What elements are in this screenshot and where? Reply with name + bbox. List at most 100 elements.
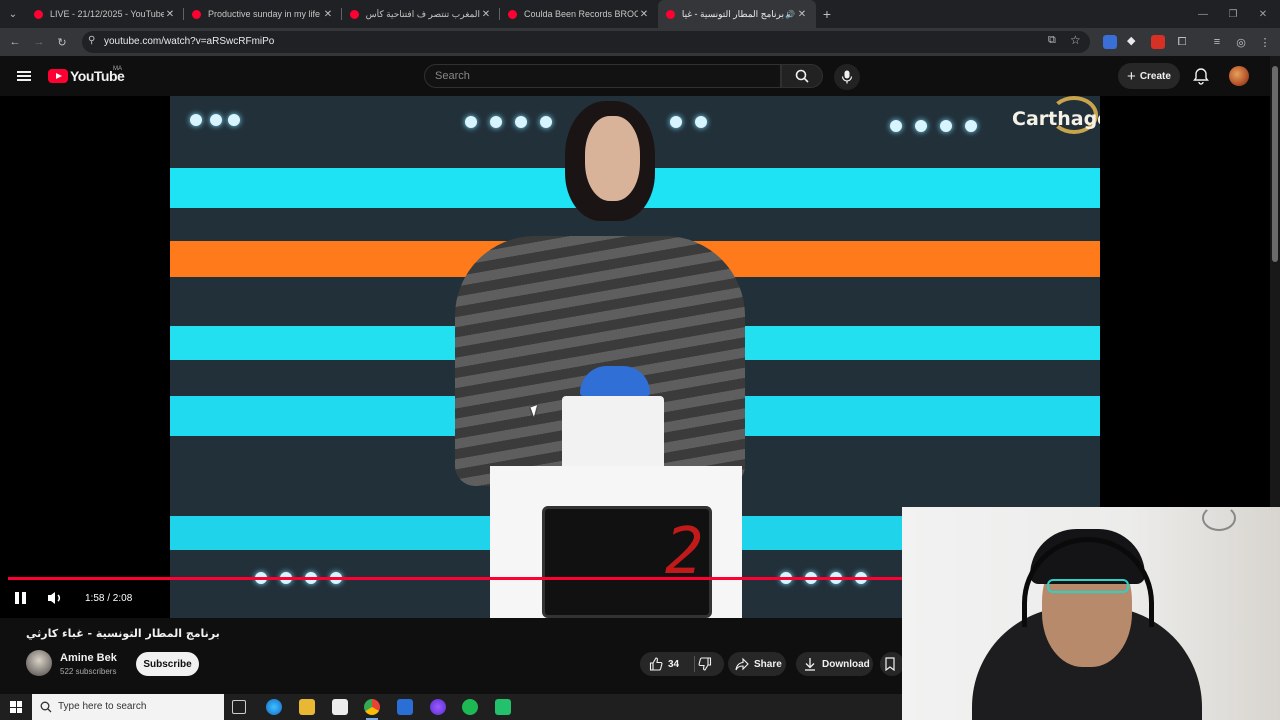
microsoft-store-icon[interactable] (332, 699, 348, 715)
wall-ring-light (1202, 507, 1236, 531)
bookmark-star-icon[interactable]: ☆ (1070, 33, 1081, 47)
broadcaster-watermark: Carthage (1012, 108, 1100, 130)
browser-tab[interactable]: LIVE - 21/12/2025 - YouTube ✕ (26, 0, 184, 28)
save-button[interactable] (880, 652, 904, 676)
youtube-logo-icon[interactable] (48, 69, 68, 83)
youtube-header: YouTube MA Search + Create (0, 56, 1280, 96)
outlook-icon[interactable] (397, 699, 413, 715)
address-bar[interactable]: ⚲ youtube.com/watch?v=aRSwcRFmiPo ⧉ ☆ (82, 31, 1090, 53)
subscribe-button[interactable]: Subscribe (136, 652, 199, 676)
restore-icon[interactable]: ❐ (1218, 0, 1248, 28)
streamer-glasses (1047, 579, 1129, 593)
new-tab-button[interactable]: + (816, 0, 838, 28)
edge-browser-icon[interactable] (266, 699, 282, 715)
share-button[interactable]: Share (728, 652, 786, 676)
browser-tab-strip: ⌄ LIVE - 21/12/2025 - YouTube ✕ Producti… (0, 0, 1280, 28)
close-tab-icon[interactable]: ✕ (164, 9, 176, 20)
like-count[interactable]: 34 (668, 659, 679, 670)
podium-scoreboard: 2 (542, 506, 712, 618)
extensions-puzzle-icon[interactable]: ⧠ (1174, 34, 1190, 50)
create-label: Create (1139, 70, 1171, 82)
chrome-browser-icon[interactable] (364, 699, 380, 720)
taskbar-search-placeholder: Type here to search (58, 701, 147, 712)
messenger-app-icon[interactable] (430, 699, 446, 715)
close-tab-icon[interactable]: ✕ (322, 9, 334, 20)
buzzer-stand (562, 396, 664, 471)
tab-title: Coulda Been Records BROOKLY (524, 9, 638, 19)
download-label: Download (822, 658, 870, 670)
close-window-icon[interactable]: ✕ (1248, 0, 1278, 28)
install-app-icon[interactable]: ⧉ (1048, 34, 1056, 47)
video-timecode: 1:58 / 2:08 (85, 593, 133, 604)
youtube-favicon-icon (34, 9, 43, 19)
volume-icon[interactable] (46, 590, 66, 606)
search-input[interactable]: Search (424, 64, 781, 88)
taskbar-search-input[interactable]: Type here to search (32, 694, 224, 720)
search-icon (795, 69, 809, 83)
search-icon (40, 701, 52, 713)
webcam-overlay (902, 507, 1280, 720)
hamburger-menu-icon[interactable] (17, 71, 31, 81)
green-app-icon[interactable] (495, 699, 511, 715)
contestant-face (585, 116, 640, 201)
site-info-icon[interactable]: ⚲ (88, 35, 95, 46)
microphone-icon (841, 70, 853, 84)
close-tab-icon[interactable]: ✕ (796, 9, 808, 20)
windows-taskbar: Type here to search (0, 694, 902, 720)
close-tab-icon[interactable]: ✕ (638, 9, 650, 20)
create-button[interactable]: + Create (1118, 63, 1180, 89)
tab-title: المغرب تنتصر ف افتتاحية كأس الأ (366, 8, 480, 19)
browser-tab[interactable]: Coulda Been Records BROOKLY ✕ (500, 0, 658, 28)
minimize-icon[interactable]: — (1188, 0, 1218, 28)
download-icon (805, 658, 815, 671)
thumbs-up-icon[interactable] (649, 657, 663, 671)
video-progress-bar[interactable] (8, 577, 902, 580)
windows-start-icon[interactable] (10, 701, 22, 713)
channel-avatar[interactable] (26, 650, 52, 676)
share-arrow-icon (735, 657, 749, 671)
video-title: برنامج المطار التونسية - غباء كارثي (26, 627, 220, 640)
download-button[interactable]: Download (796, 652, 873, 676)
youtube-favicon-icon (508, 9, 517, 19)
voice-search-button[interactable] (834, 64, 860, 90)
close-tab-icon[interactable]: ✕ (480, 9, 492, 20)
youtube-favicon-icon (192, 9, 201, 19)
reload-icon[interactable]: ↻ (54, 34, 70, 50)
bookmark-icon (884, 657, 895, 671)
like-dislike-group: 34 (640, 652, 724, 676)
browser-menu-icon[interactable]: ⋮ (1257, 34, 1273, 50)
scrollbar-thumb[interactable] (1272, 66, 1278, 262)
spotify-icon[interactable] (462, 699, 478, 715)
browser-toolbar: ← → ↻ ⚲ youtube.com/watch?v=aRSwcRFmiPo … (0, 28, 1280, 56)
file-explorer-icon[interactable] (299, 699, 315, 715)
media-control-icon[interactable]: ≡ (1209, 34, 1225, 50)
tab-search-dropdown[interactable]: ⌄ (0, 0, 26, 28)
translate-extension-icon[interactable] (1103, 35, 1117, 49)
search-placeholder: Search (435, 70, 470, 82)
plus-icon: + (1127, 67, 1136, 85)
task-view-icon[interactable] (232, 700, 246, 714)
browser-tab-active[interactable]: برنامج المطار التونسية - غياء 🔊 ✕ (658, 0, 816, 28)
browser-tab[interactable]: المغرب تنتصر ف افتتاحية كأس الأ ✕ (342, 0, 500, 28)
youtube-favicon-icon (666, 9, 675, 19)
tab-title: برنامج المطار التونسية - غياء (682, 8, 784, 19)
pause-button[interactable] (14, 591, 28, 605)
extension-red-icon[interactable] (1151, 35, 1165, 49)
extension-diamond-icon[interactable]: ◆ (1127, 34, 1141, 48)
account-avatar[interactable] (1229, 66, 1249, 86)
notifications-bell-icon[interactable] (1192, 67, 1210, 85)
browser-tab[interactable]: Productive sunday in my life ||w ✕ (184, 0, 342, 28)
profile-icon[interactable]: ◎ (1233, 34, 1249, 50)
channel-name[interactable]: Amine Bek (60, 652, 117, 664)
tab-title: LIVE - 21/12/2025 - YouTube (50, 9, 164, 19)
forward-icon[interactable]: → (31, 34, 47, 50)
thumbs-down-icon[interactable] (698, 657, 712, 671)
speaker-icon[interactable]: 🔊 (784, 10, 796, 19)
search-button[interactable] (781, 64, 823, 88)
share-label: Share (754, 658, 782, 670)
tab-title: Productive sunday in my life ||w (208, 9, 322, 19)
back-icon[interactable]: ← (7, 34, 23, 50)
url-text: youtube.com/watch?v=aRSwcRFmiPo (104, 36, 275, 47)
youtube-favicon-icon (350, 9, 359, 19)
country-code: MA (113, 66, 122, 72)
